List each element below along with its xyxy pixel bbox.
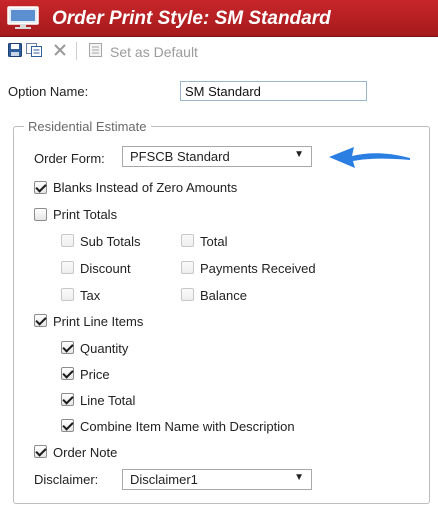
set-default-icon[interactable] [89,43,102,57]
toolbar: Set as Default [0,38,438,64]
tax-label: Tax [80,288,101,303]
option-name-label: Option Name: [8,84,89,99]
total-checkbox[interactable] [181,234,194,247]
print-totals-checkbox[interactable] [34,208,47,221]
print-totals-label: Print Totals [53,207,118,222]
balance-label: Balance [200,288,247,303]
total-label: Total [200,234,228,249]
blanks-zero-label: Blanks Instead of Zero Amounts [53,180,238,195]
print-line-items-label: Print Line Items [53,314,144,329]
line-total-label: Line Total [80,393,136,408]
annotation-arrow-icon [329,147,410,168]
order-note-checkbox[interactable] [34,445,47,458]
title-bar: Order Print Style: SM Standard [0,0,438,37]
price-label: Price [80,367,110,382]
line-total-checkbox[interactable] [61,393,74,406]
combine-item-name-checkbox[interactable] [61,419,74,432]
disclaimer-selected: Disclaimer1 [130,472,198,487]
discount-checkbox[interactable] [61,261,74,274]
price-checkbox[interactable] [61,367,74,380]
toolbar-separator [76,42,77,60]
tax-checkbox[interactable] [61,288,74,301]
discount-label: Discount [80,261,131,276]
disclaimer-label: Disclaimer: [34,472,99,487]
payments-received-checkbox[interactable] [181,261,194,274]
set-as-default-button[interactable]: Set as Default [110,44,198,60]
monitor-icon [7,6,39,29]
payments-received-label: Payments Received [200,261,316,276]
copy-icon[interactable] [26,43,43,57]
chevron-down-icon: ▼ [294,472,304,483]
sub-totals-label: Sub Totals [80,234,141,249]
window-title: Order Print Style: SM Standard [52,8,331,29]
print-line-items-checkbox[interactable] [34,314,47,327]
order-form-selected: PFSCB Standard [130,149,230,164]
quantity-checkbox[interactable] [61,341,74,354]
order-note-label: Order Note [53,445,118,460]
quantity-label: Quantity [80,341,129,356]
balance-checkbox[interactable] [181,288,194,301]
sub-totals-checkbox[interactable] [61,234,74,247]
residential-estimate-legend: Residential Estimate [24,119,151,134]
chevron-down-icon: ▼ [294,149,304,160]
option-name-input[interactable] [180,81,367,101]
order-form-label: Order Form: [34,151,105,166]
delete-icon[interactable] [53,43,67,57]
blanks-zero-checkbox[interactable] [34,181,47,194]
disclaimer-select[interactable]: Disclaimer1 ▼ [122,469,312,490]
combine-item-name-label: Combine Item Name with Description [80,419,295,434]
order-form-select[interactable]: PFSCB Standard ▼ [122,146,312,167]
save-icon[interactable] [8,43,22,57]
